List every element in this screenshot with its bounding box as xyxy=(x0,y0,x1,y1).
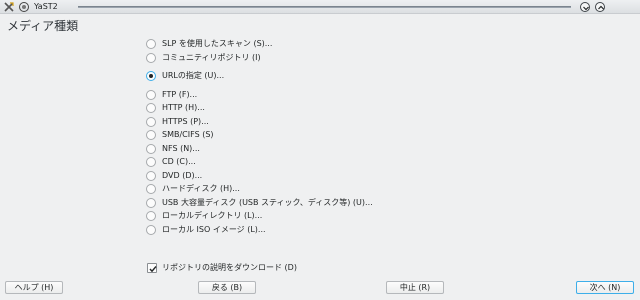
title-bar-separator xyxy=(78,6,571,8)
radio-label: FTP (F)... xyxy=(162,90,198,99)
title-bar[interactable]: YaST2 xyxy=(0,0,640,14)
radio-button[interactable] xyxy=(146,157,156,167)
radio-button[interactable] xyxy=(146,90,156,100)
window-menu-icon[interactable] xyxy=(19,2,29,12)
radio-label: CD (C)... xyxy=(162,157,196,166)
radio-button[interactable] xyxy=(146,211,156,221)
radio-button[interactable] xyxy=(146,184,156,194)
radio-label: HTTP (H)... xyxy=(162,103,205,112)
radio-button[interactable] xyxy=(146,144,156,154)
radio-label: DVD (D)... xyxy=(162,171,203,180)
radio-button[interactable] xyxy=(146,130,156,140)
checkbox-label: リポジトリの説明をダウンロード (D) xyxy=(162,263,297,272)
radio-button-selected[interactable] xyxy=(146,71,156,81)
radio-button[interactable] xyxy=(146,53,156,63)
radio-button[interactable] xyxy=(146,103,156,113)
radio-label: SMB/CIFS (S) xyxy=(162,130,214,139)
radio-label: NFS (N)... xyxy=(162,144,200,153)
back-button[interactable]: 戻る (B) xyxy=(198,281,256,294)
yast-logo-icon xyxy=(4,2,14,12)
radio-label: コミュニティリポジトリ (I) xyxy=(162,53,261,62)
radio-button[interactable] xyxy=(146,225,156,235)
help-button[interactable]: ヘルプ (H) xyxy=(5,281,63,294)
window-title: YaST2 xyxy=(34,2,58,11)
radio-label: URLの指定 (U)... xyxy=(162,71,225,80)
checkmark-icon xyxy=(149,266,157,273)
radio-label: ローカル ISO イメージ (L)... xyxy=(162,225,266,234)
radio-label: HTTPS (P)... xyxy=(162,117,209,126)
radio-label: ハードディスク (H)... xyxy=(162,184,240,193)
download-descriptions-checkbox[interactable] xyxy=(147,263,157,273)
radio-button[interactable] xyxy=(146,171,156,181)
next-button[interactable]: 次へ (N) xyxy=(576,281,634,294)
radio-button[interactable] xyxy=(146,198,156,208)
radio-button[interactable] xyxy=(146,117,156,127)
radio-label: SLP を使用したスキャン (S)... xyxy=(162,39,273,48)
radio-label: USB 大容量ディスク (USB スティック、ディスク等) (U)... xyxy=(162,198,373,207)
radio-label: ローカルディレクトリ (L)... xyxy=(162,211,263,220)
radio-button[interactable] xyxy=(146,39,156,49)
page-title: メディア種類 xyxy=(7,19,79,33)
abort-button[interactable]: 中止 (R) xyxy=(386,281,444,294)
minimize-icon[interactable] xyxy=(580,2,590,12)
maximize-icon[interactable] xyxy=(595,2,605,12)
